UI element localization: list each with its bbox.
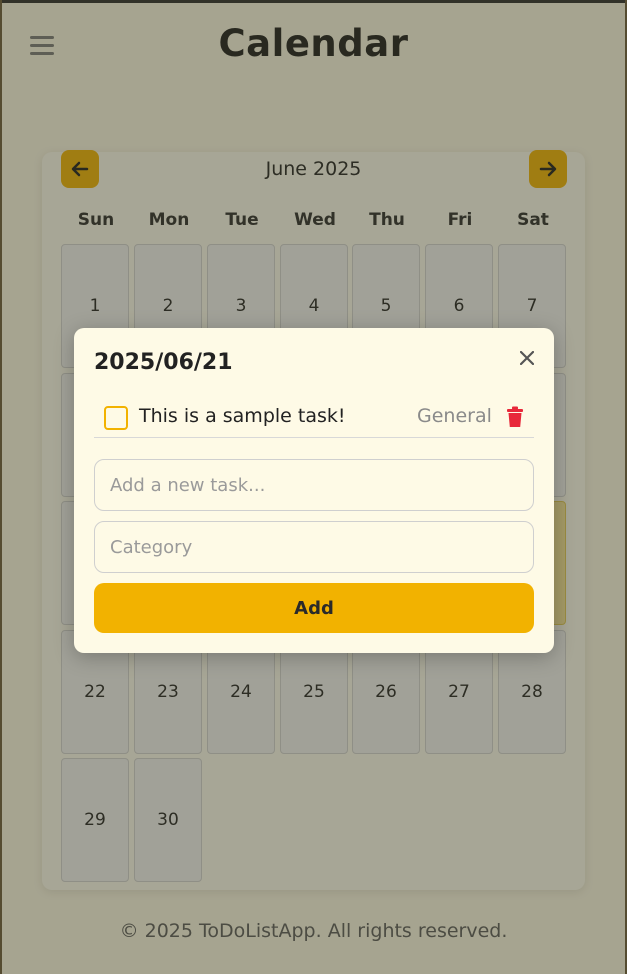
modal-date: 2025/06/21 <box>94 350 233 375</box>
delete-task-button[interactable] <box>505 406 525 428</box>
task-category: General <box>417 405 492 427</box>
close-modal-button[interactable] <box>517 348 537 368</box>
task-item: This is a sample task! General <box>94 400 534 438</box>
day-tasks-modal: 2025/06/21 This is a sample task! Genera… <box>74 328 554 653</box>
new-task-input[interactable] <box>94 459 534 511</box>
close-icon <box>520 351 534 365</box>
category-input[interactable] <box>94 521 534 573</box>
add-task-button[interactable]: Add <box>94 583 534 633</box>
task-checkbox[interactable] <box>104 406 128 430</box>
trash-icon <box>507 406 523 427</box>
task-text: This is a sample task! <box>139 405 346 427</box>
